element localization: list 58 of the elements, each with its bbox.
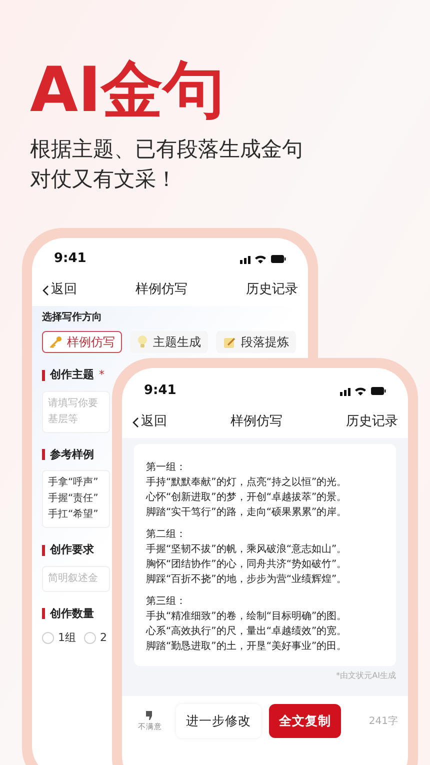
copy-all-button[interactable]: 全文复制: [269, 704, 341, 738]
section-label: 选择写作方向: [42, 310, 103, 325]
couplet-line: 脚踏“勤恳进取”的土，开垦“美好事业”的田。: [146, 640, 348, 654]
group-title: 第三组：: [146, 595, 187, 609]
footnote: *由文状元AI生成: [336, 670, 396, 682]
field-label: 创作要求: [50, 542, 94, 558]
couplet-line: 心系“高效执行”的尺，量出“卓越绩效”的宽。: [146, 624, 348, 639]
back-button[interactable]: 返回: [132, 412, 167, 432]
key-icon: [49, 336, 62, 348]
example-line: 手扛“希望”: [48, 508, 100, 522]
history-button[interactable]: 历史记录: [246, 280, 298, 300]
couplet-line: 手持“默默奉献”的灯，点亮“持之以恒”的光。: [146, 476, 348, 490]
headline-title: AI金句: [30, 52, 226, 128]
placeholder-text: 基层等: [48, 412, 79, 426]
chevron-left-icon: [42, 284, 49, 296]
placeholder-text: 简明叙述金: [48, 572, 99, 586]
couplet-line: 脚踏“实干笃行”的路，走向“硕果累累”的岸。: [146, 506, 348, 520]
headline-subtitle: 对仗又有文采！: [30, 166, 178, 193]
notepad-icon: [223, 336, 236, 348]
label-bar: [42, 608, 45, 620]
label-bar: [42, 544, 45, 556]
count-option[interactable]: 1组: [42, 630, 76, 646]
revise-button[interactable]: 进一步修改: [176, 704, 261, 738]
example-line: 手拿“呼声”: [48, 476, 100, 490]
label-bar: [42, 449, 45, 460]
count-option[interactable]: 2: [84, 630, 107, 646]
status-icons: [240, 254, 286, 264]
couplet-line: 手握“坚韧不拔”的帆，乘风破浪“意志如山”。: [146, 542, 348, 557]
couplet-line: 手执“精准细致”的卷，绘制“目标明确”的图。: [146, 610, 348, 624]
direction-tab[interactable]: 主题生成: [130, 331, 208, 353]
direction-tab[interactable]: 样例仿写: [42, 331, 122, 353]
radio-button[interactable]: [42, 632, 54, 644]
word-count: 241字: [368, 714, 398, 728]
group-title: 第一组：: [146, 461, 187, 475]
status-time: 9:41: [144, 382, 176, 400]
label-bar: [42, 370, 45, 381]
group-title: 第二组：: [146, 528, 187, 542]
example-line: 手握“责任”: [48, 492, 100, 506]
back-button[interactable]: 返回: [42, 280, 77, 300]
example-field[interactable]: 手拿“呼声” 手握“责任” 手扛“希望”: [42, 470, 110, 528]
required-mark: *: [99, 367, 104, 383]
field-label: 创作数量: [50, 606, 94, 622]
placeholder-text: 请填写你要: [48, 396, 99, 410]
field-label: 创作主题: [50, 367, 94, 383]
direction-tab[interactable]: 段落提炼: [216, 331, 296, 353]
radio-button[interactable]: [84, 632, 96, 644]
field-label: 参考样例: [50, 446, 94, 462]
couplet-line: 脚踩“百折不挠”的地，步步为营“业绩辉煌”。: [146, 572, 348, 587]
headline-subtitle: 根据主题、已有段落生成金句: [30, 136, 303, 163]
history-button[interactable]: 历史记录: [346, 412, 398, 432]
nav-title: 样例仿写: [136, 281, 188, 300]
status-time: 9:41: [54, 250, 86, 268]
status-icons: [340, 386, 386, 396]
chevron-left-icon: [132, 416, 139, 428]
couplet-line: 心怀“创新进取”的梦，开创“卓越拔萃”的景。: [146, 490, 348, 505]
couplet-line: 胸怀“团结协作”的心，同舟共济“势如破竹”。: [146, 558, 348, 572]
nav-title: 样例仿写: [230, 413, 282, 432]
lightbulb-icon: [137, 335, 148, 349]
